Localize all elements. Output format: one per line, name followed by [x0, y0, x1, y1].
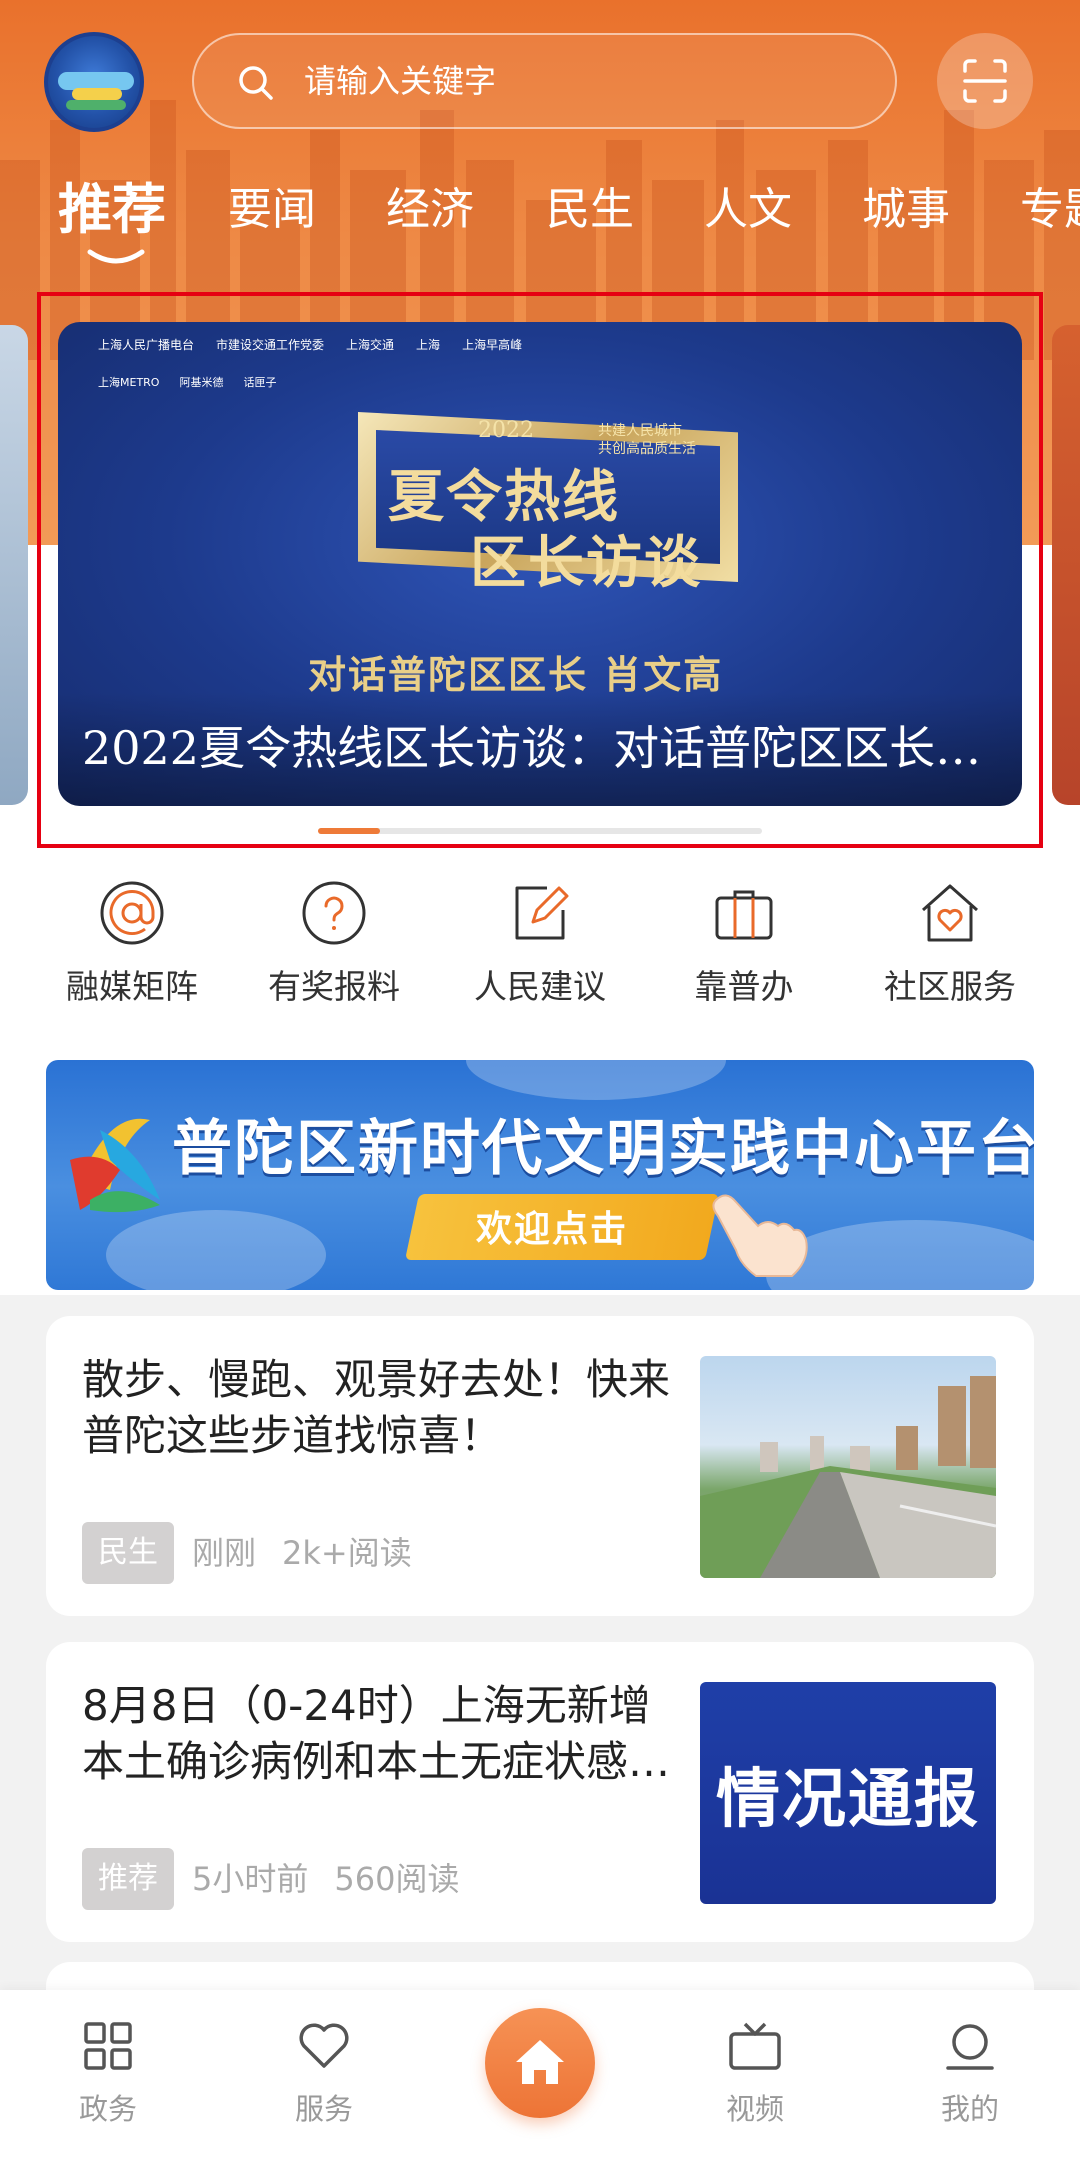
category-tabs: 推荐 要闻 经济 民生 人文 城事 专题 [0, 170, 1080, 250]
carousel-indicator [318, 828, 762, 834]
carousel-next-slide[interactable] [1052, 325, 1080, 805]
news-card[interactable]: 8月8日（0-24时）上海无新增本土确诊病例和本土无症状感染者 推荐 5小时前5… [46, 1642, 1034, 1942]
highlight-box [37, 292, 1043, 848]
news-reads: 2k+阅读 [282, 1534, 412, 1572]
home-icon [516, 2040, 564, 2084]
search-bar[interactable]: 请输入关键字 [192, 33, 897, 129]
quick-entry-community[interactable]: 社区服务 [860, 880, 1040, 1008]
civilization-center-banner[interactable]: 普陀区新时代文明实践中心平台 欢迎点击 [46, 1060, 1034, 1290]
tab-recommend[interactable]: 推荐 [58, 170, 166, 250]
nav-mine[interactable]: 我的 [900, 2020, 1040, 2128]
nav-video[interactable]: 视频 [685, 2020, 825, 2128]
news-thumbnail[interactable] [700, 1356, 996, 1578]
news-time: 5小时前 [192, 1860, 309, 1898]
tab-city[interactable]: 城事 [862, 170, 950, 250]
quick-entry-reward-report[interactable]: 有奖报料 [244, 880, 424, 1008]
scan-icon [963, 59, 1007, 103]
app-logo[interactable] [44, 32, 144, 132]
scan-button[interactable] [937, 33, 1033, 129]
pointing-hand-icon [712, 1194, 808, 1277]
question-icon [302, 881, 366, 945]
quick-entry-media-matrix[interactable]: 融媒矩阵 [42, 880, 222, 1008]
news-title[interactable]: 8月8日（0-24时）上海无新增本土确诊病例和本土无症状感染者 [82, 1678, 682, 1790]
nav-services[interactable]: 服务 [254, 2020, 394, 2128]
news-time: 刚刚 [192, 1534, 257, 1572]
news-reads: 560阅读 [334, 1860, 460, 1898]
nav-government[interactable]: 政务 [38, 2020, 178, 2128]
house-heart-icon [922, 884, 978, 942]
banner-logo-icon [70, 1118, 160, 1213]
quick-entry-row: 融媒矩阵 有奖报料 人民建议 靠普办 社区服务 [0, 880, 1080, 1020]
carousel-prev-slide[interactable] [0, 325, 28, 805]
grid-icon [84, 2022, 132, 2070]
quick-entry-suggestion[interactable]: 人民建议 [450, 880, 630, 1008]
thumbnail-text: 情况通报 [716, 1763, 980, 1837]
news-title[interactable]: 散步、慢跑、观景好去处！快来普陀这些步道找惊喜！ [82, 1352, 682, 1464]
search-icon [239, 66, 273, 100]
heart-icon [299, 2023, 349, 2068]
tab-livelihood[interactable]: 民生 [546, 170, 634, 250]
tab-economy[interactable]: 经济 [386, 170, 474, 250]
news-tag: 民生 [82, 1522, 174, 1584]
search-placeholder[interactable]: 请输入关键字 [304, 35, 496, 127]
at-icon [100, 881, 164, 945]
active-tab-indicator [87, 249, 145, 264]
briefcase-icon [715, 890, 773, 940]
edit-icon [515, 886, 569, 940]
news-card[interactable]: 散步、慢跑、观景好去处！快来普陀这些步道找惊喜！ 民生 刚刚 2k+阅读 [46, 1316, 1034, 1616]
tab-culture[interactable]: 人文 [704, 170, 792, 250]
tv-icon [729, 2022, 781, 2070]
nav-home-button[interactable] [485, 2008, 595, 2118]
news-tag: 推荐 [82, 1848, 174, 1910]
tab-special[interactable]: 专题 [1020, 170, 1080, 250]
news-meta: 刚刚 2k+阅读 [192, 1522, 438, 1584]
news-thumbnail[interactable]: 情况通报 [700, 1682, 996, 1904]
user-icon [946, 2024, 994, 2070]
quick-entry-office[interactable]: 靠普办 [654, 880, 834, 1008]
banner-cta-label: 欢迎点击 [476, 1209, 629, 1250]
news-meta: 5小时前 560阅读 [192, 1848, 485, 1910]
banner-title: 普陀区新时代文明实践中心平台 [172, 1114, 1034, 1184]
tab-news[interactable]: 要闻 [228, 170, 316, 250]
